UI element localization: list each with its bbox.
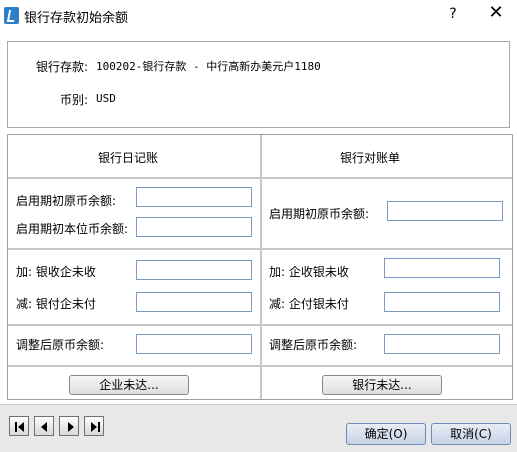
journal-opening-local-label: 启用期初本位币余额: [16, 222, 129, 236]
bank-paid-label: 减: 银付企未付 [16, 297, 96, 311]
bank-paid-input[interactable] [136, 292, 252, 312]
bank-received-input[interactable] [136, 260, 252, 280]
row-divider [8, 324, 512, 326]
cancel-button[interactable]: 取消(C) [431, 423, 511, 445]
company-received-label: 加: 企收银未收 [269, 265, 349, 279]
company-paid-label: 减: 企付银未付 [269, 297, 349, 311]
help-icon[interactable]: ? [446, 6, 460, 22]
column-divider [260, 135, 262, 399]
next-record-icon[interactable] [59, 416, 79, 436]
company-paid-input[interactable] [384, 292, 500, 312]
window-title: 银行存款初始余额 [24, 11, 129, 26]
journal-opening-orig-input[interactable] [136, 187, 252, 207]
statement-adjusted-input[interactable] [384, 334, 500, 354]
account-label: 银行存款: [36, 60, 89, 74]
company-received-input[interactable] [384, 258, 500, 278]
app-icon [4, 7, 19, 24]
statement-opening-orig-label: 启用期初原币余额: [269, 207, 370, 221]
bank-statement-header: 银行对账单 [340, 151, 401, 165]
statement-adjusted-label: 调整后原币余额: [269, 338, 358, 352]
account-value: 100202-银行存款 - 中行高新办美元户1180 [96, 60, 321, 73]
row-divider [8, 248, 512, 250]
title-bar: 银行存款初始余额 ? ✕ [0, 0, 517, 32]
company-outstanding-button[interactable]: 企业未达... [69, 375, 189, 395]
bank-outstanding-button[interactable]: 银行未达... [322, 375, 442, 395]
currency-value: USD [96, 92, 116, 105]
journal-adjusted-label: 调整后原币余额: [16, 338, 105, 352]
statement-opening-orig-input[interactable] [387, 201, 503, 221]
row-divider [8, 365, 512, 367]
first-record-icon[interactable] [9, 416, 29, 436]
account-info-panel: 银行存款: 100202-银行存款 - 中行高新办美元户1180 币别: USD [7, 41, 510, 128]
journal-opening-orig-label: 启用期初原币余额: [16, 194, 117, 208]
currency-label: 币别: [60, 93, 89, 107]
journal-opening-local-input[interactable] [136, 217, 252, 237]
balance-grid: 银行日记账 启用期初原币余额: 启用期初本位币余额: 加: 银收企未收 减: 银… [7, 134, 513, 400]
bank-received-label: 加: 银收企未收 [16, 265, 96, 279]
row-divider [8, 177, 512, 179]
journal-adjusted-input[interactable] [136, 334, 252, 354]
ok-button[interactable]: 确定(O) [346, 423, 426, 445]
close-icon[interactable]: ✕ [488, 4, 504, 22]
footer-bar: 确定(O) 取消(C) [0, 404, 517, 452]
previous-record-icon[interactable] [34, 416, 54, 436]
last-record-icon[interactable] [84, 416, 104, 436]
bank-journal-header: 银行日记账 [98, 151, 159, 165]
